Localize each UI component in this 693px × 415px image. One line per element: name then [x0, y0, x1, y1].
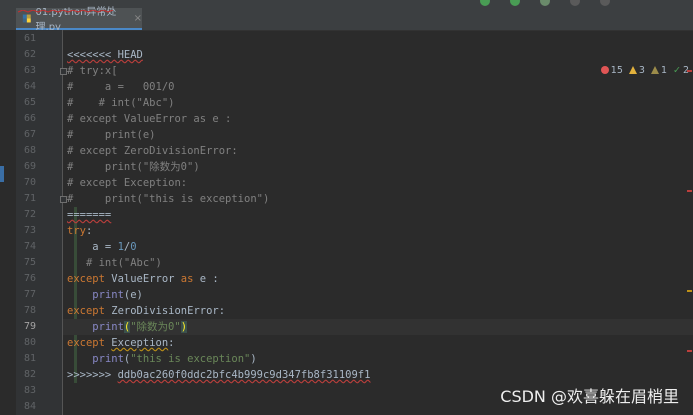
code-line-81: print("this is exception") [92, 353, 257, 365]
error-stripe[interactable] [685, 50, 693, 415]
line-number: 76 [23, 273, 36, 284]
line-number: 82 [23, 369, 36, 380]
line-number: 64 [23, 81, 36, 92]
line-number: 81 [23, 353, 36, 364]
line-number-current: 79 [23, 321, 36, 332]
code-line-79: print("除数为0") [92, 321, 188, 333]
code-line-66: # except ValueError as e : [67, 113, 232, 125]
editor-tab-bar: 01.python异常处理.py × [0, 7, 693, 33]
line-number: 62 [23, 49, 36, 60]
debug-icon[interactable] [510, 0, 520, 6]
code-line-80: except Exception: [67, 337, 175, 349]
code-line-68: # except ZeroDivisionError: [67, 145, 238, 157]
weak-warnings-count[interactable]: 1 [650, 65, 667, 76]
tab-label: 01.python异常处理.py [35, 7, 117, 33]
warnings-count[interactable]: 3 [628, 65, 645, 76]
line-number: 77 [23, 289, 36, 300]
code-line-63: # try:x[ [67, 65, 118, 77]
error-stripe-mark[interactable] [687, 70, 692, 72]
line-number: 67 [23, 129, 36, 140]
line-number: 71 [23, 193, 36, 204]
stop-icon[interactable] [570, 0, 580, 6]
code-line-73: try: [67, 225, 93, 237]
line-number: 80 [23, 337, 36, 348]
warning-icon [628, 66, 637, 74]
line-number: 66 [23, 113, 36, 124]
code-line-77: print(e) [92, 289, 143, 301]
line-number-gutter: 61 62 63 64 65 66 67 68 69 70 71 72 73 7… [16, 30, 77, 415]
error-stripe-mark[interactable] [687, 290, 692, 292]
code-editor[interactable]: 15 3 1 ✓ 2 <<<<<<< HEAD # try:x[ # a = 0… [63, 30, 693, 415]
code-line-72: ======= [67, 209, 112, 221]
code-line-67: # print(e) [67, 129, 156, 141]
inspection-widget[interactable]: 15 3 1 ✓ 2 [600, 63, 689, 77]
line-number: 69 [23, 161, 36, 172]
code-line-74: a = 1/0 [67, 241, 137, 253]
line-number: 65 [23, 97, 36, 108]
line-number: 74 [23, 241, 36, 252]
line-number: 84 [23, 401, 36, 412]
line-number: 75 [23, 257, 36, 268]
left-tool-strip [0, 30, 17, 415]
search-everywhere-icon[interactable] [600, 0, 610, 6]
scribble-mark [18, 10, 113, 13]
code-line-62: <<<<<<< HEAD [67, 49, 143, 61]
code-line-76: except ValueError as e : [67, 273, 219, 285]
watermark-text: CSDN @欢喜躲在眉梢里 [500, 387, 679, 406]
check-icon: ✓ [672, 64, 681, 76]
line-number: 70 [23, 177, 36, 188]
weak-warning-icon [650, 66, 659, 74]
line-number: 72 [23, 209, 36, 220]
code-line-82: >>>>>>> ddb0ac260f0ddc2bfc4b999c9d347fb8… [67, 369, 371, 381]
close-tab-icon[interactable]: × [134, 13, 142, 24]
line-number: 63 [23, 65, 36, 76]
error-stripe-mark[interactable] [687, 190, 692, 192]
code-line-64: # a = 001/0 [67, 81, 175, 93]
line-number: 83 [23, 385, 36, 396]
error-stripe-mark[interactable] [687, 350, 692, 352]
code-line-69: # print("除数为0") [67, 161, 200, 173]
line-number: 68 [23, 145, 36, 156]
coverage-icon[interactable] [540, 0, 550, 6]
code-line-78: except ZeroDivisionError: [67, 305, 226, 317]
error-icon [600, 66, 609, 74]
line-number: 73 [23, 225, 36, 236]
code-line-71: # print("this is exception") [67, 193, 270, 205]
code-line-70: # except Exception: [67, 177, 188, 189]
errors-count[interactable]: 15 [600, 65, 623, 76]
line-number: 78 [23, 305, 36, 316]
code-line-75: # int("Abc") [67, 257, 162, 269]
line-number: 61 [23, 33, 36, 44]
tool-window-marker [0, 166, 4, 182]
run-icon[interactable] [480, 0, 490, 6]
ide-window: 01.python异常处理.py × 61 62 63 64 65 66 67 … [0, 0, 693, 415]
python-file-icon [22, 14, 31, 22]
code-line-65: # # int("Abc") [67, 97, 175, 109]
